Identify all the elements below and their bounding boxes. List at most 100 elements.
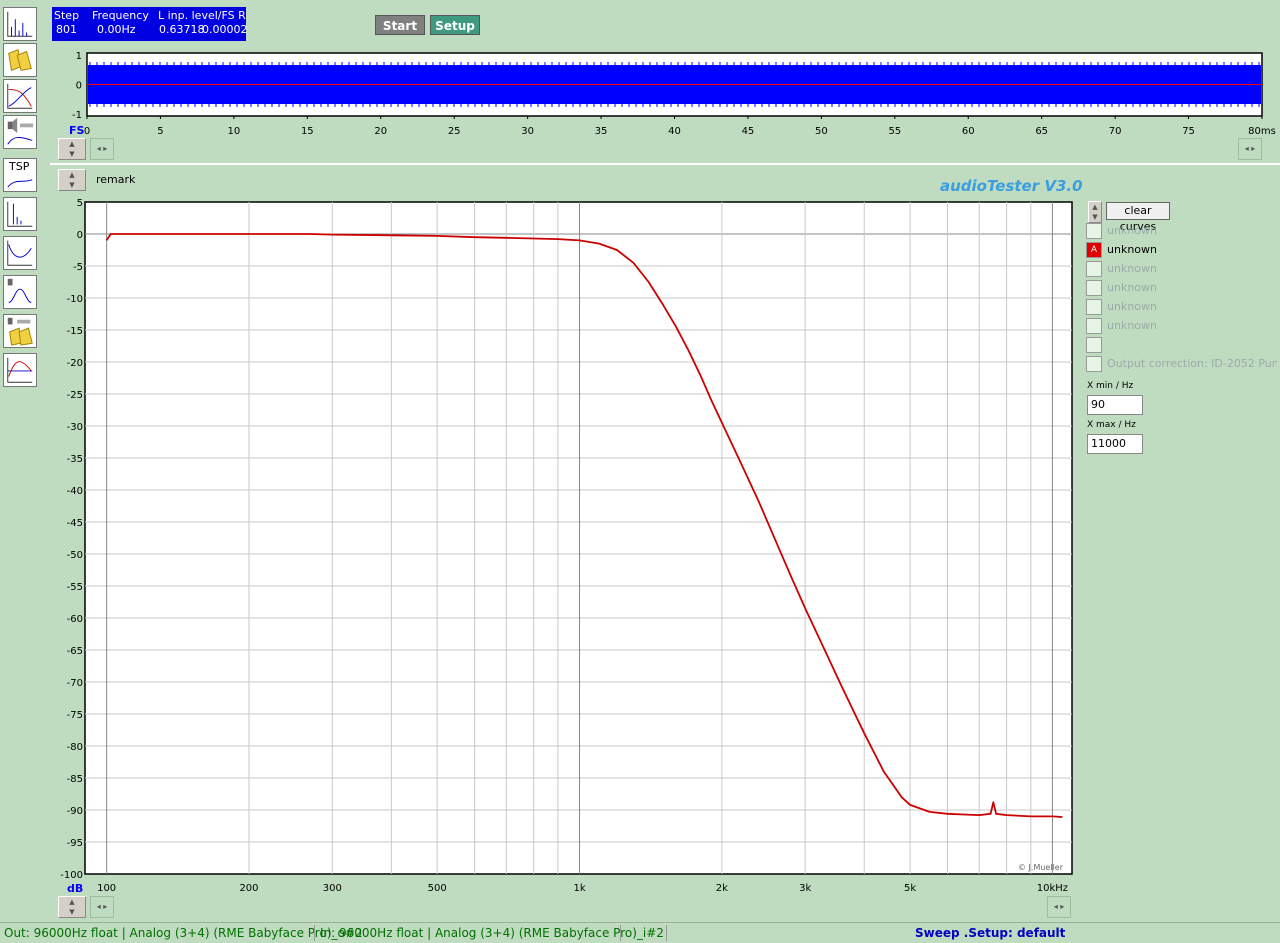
y-tick-label: -30 (67, 422, 83, 433)
y-zoom-spinner[interactable]: ▲ ▼ (58, 896, 86, 918)
speaker-tool-button[interactable] (3, 115, 37, 149)
output-correction-row[interactable]: Output correction: ID-2052 Punkte.c (1086, 356, 1277, 374)
waveform-scroll-right[interactable]: ◂ ▸ (1238, 138, 1262, 160)
level-label: L inp. level/FS R (158, 9, 246, 22)
folder-tool-button[interactable] (3, 43, 37, 77)
y-tick-label: 5 (77, 198, 83, 209)
legend-spinner[interactable]: ▲ ▼ (1088, 201, 1102, 223)
y-tick-label: -40 (67, 486, 83, 497)
y-tick-label: -35 (67, 454, 83, 465)
phase-tool-button[interactable] (3, 353, 37, 387)
y-axis-unit-label: dB (67, 882, 83, 895)
tsp-label: TSP (9, 160, 30, 173)
status-divider (620, 925, 621, 941)
panel-divider (50, 163, 1280, 165)
y-tick-label: -65 (67, 646, 83, 657)
legend-item[interactable]: unknown (1086, 299, 1276, 317)
legend-item[interactable]: unknown (1086, 318, 1276, 336)
clear-curves-button[interactable]: clear curves (1106, 202, 1170, 233)
legend-checkbox[interactable] (1086, 280, 1102, 296)
legend-item-label: unknown (1107, 281, 1157, 294)
xmin-input[interactable]: 90 (1087, 395, 1143, 415)
x-tick-label: 1k (573, 883, 585, 894)
y-tick-label: -25 (67, 390, 83, 401)
waveform-x-tick: 20 (374, 126, 387, 137)
legend-item[interactable]: unknown (1086, 261, 1276, 279)
waveform-x-tick: 50 (815, 126, 828, 137)
y-tick-label: -50 (67, 550, 83, 561)
chart-scroll-left[interactable]: ◂ ▸ (90, 896, 114, 918)
legend-item[interactable]: unknown (1086, 280, 1276, 298)
waveform-scroll-left[interactable]: ◂ ▸ (90, 138, 114, 160)
waveform-unit-label: FS (69, 124, 85, 137)
output-correction-checkbox[interactable] (1086, 356, 1102, 372)
x-tick-label: 10kHz (1037, 883, 1068, 894)
y-tick-label: -45 (67, 518, 83, 529)
waveform-x-tick: 5 (157, 126, 163, 137)
phase-icon (7, 357, 33, 383)
legend-checkbox[interactable] (1086, 223, 1102, 239)
legend-item-active[interactable]: A unknown (1086, 242, 1276, 260)
legend-item-label: unknown (1107, 319, 1157, 332)
chart-zoom-spinner[interactable]: ▲ ▼ (58, 169, 86, 191)
waveform-x-tick: 55 (888, 126, 901, 137)
status-bar: Out: 96000Hz float | Analog (3+4) (RME B… (0, 922, 1280, 943)
distortion-tool-button[interactable] (3, 236, 37, 270)
y-tick-label: -70 (67, 678, 83, 689)
filter-tool-button[interactable] (3, 79, 37, 113)
spectrum-icon (7, 11, 33, 37)
y-tick-label: -85 (67, 774, 83, 785)
waveform-y-tick: -1 (72, 110, 82, 121)
x-tick-label: 3k (799, 883, 811, 894)
step-label: Step (54, 9, 80, 22)
speaker-icon (7, 117, 34, 145)
status-divider (666, 925, 667, 941)
waveform-zoom-spinner[interactable]: ▲ ▼ (58, 138, 86, 160)
chart-scroll-right[interactable]: ◂ ▸ (1047, 896, 1071, 918)
spectrum-tool-button[interactable] (3, 7, 37, 41)
y-tick-label: -10 (67, 294, 83, 305)
waveform-x-tick: 75 (1182, 126, 1195, 137)
y-tick-label: -55 (67, 582, 83, 593)
waveform-y-tick: 1 (76, 51, 82, 62)
y-tick-label: -80 (67, 742, 83, 753)
speaker-folder-icon (7, 317, 33, 346)
y-tick-label: -20 (67, 358, 83, 369)
legend-item[interactable] (1086, 337, 1276, 355)
impulse-tool-button[interactable] (3, 197, 37, 231)
waveform-x-tick: 40 (668, 126, 681, 137)
start-button[interactable]: Start (375, 15, 425, 35)
impulse-icon (7, 201, 33, 227)
y-tick-label: -90 (67, 806, 83, 817)
waveform-x-tick: 45 (742, 126, 755, 137)
y-tick-label: -100 (60, 870, 83, 881)
waveform-x-tick: 30 (521, 126, 534, 137)
legend-checkbox[interactable] (1086, 299, 1102, 315)
tsp-tool-button[interactable]: TSP (3, 158, 37, 192)
input-device-status: In: 96000Hz float | Analog (3+4) (RME Ba… (320, 926, 664, 940)
x-tick-label: 2k (716, 883, 728, 894)
waveform-x-tick: 15 (301, 126, 314, 137)
setup-button[interactable]: Setup (430, 15, 480, 35)
legend-item[interactable]: unknown (1086, 223, 1276, 241)
mode-status: Sweep .Setup: default (915, 926, 1066, 940)
legend-checkbox-active[interactable]: A (1086, 242, 1102, 258)
copyright-label: © J.Mueller (1018, 863, 1064, 872)
legend-checkbox[interactable] (1086, 261, 1102, 277)
frequency-response-chart: 5 0 -5 -10 -15 -20 -25 -30 -35 -40 -45 -50 -55 -60 -65… (60, 198, 1073, 895)
y-tick-label: -75 (67, 710, 83, 721)
xmax-input[interactable]: 11000 (1087, 434, 1143, 454)
bandpass-tool-button[interactable] (3, 275, 37, 309)
xmax-label: X max / Hz (1087, 420, 1136, 430)
x-tick-label: 200 (239, 883, 258, 894)
xmin-label: X min / Hz (1087, 381, 1134, 391)
legend-item-label: unknown (1107, 224, 1157, 237)
frequency-value: 0.00Hz (97, 23, 136, 36)
level-left-value: 0.63718 (159, 23, 205, 36)
waveform-x-tick: 0 (84, 126, 90, 137)
filter-curve-icon (7, 83, 33, 109)
legend-checkbox[interactable] (1086, 337, 1102, 353)
speaker-folder-tool-button[interactable] (3, 314, 37, 348)
output-device-status: Out: 96000Hz float | Analog (3+4) (RME B… (4, 926, 363, 940)
legend-checkbox[interactable] (1086, 318, 1102, 334)
